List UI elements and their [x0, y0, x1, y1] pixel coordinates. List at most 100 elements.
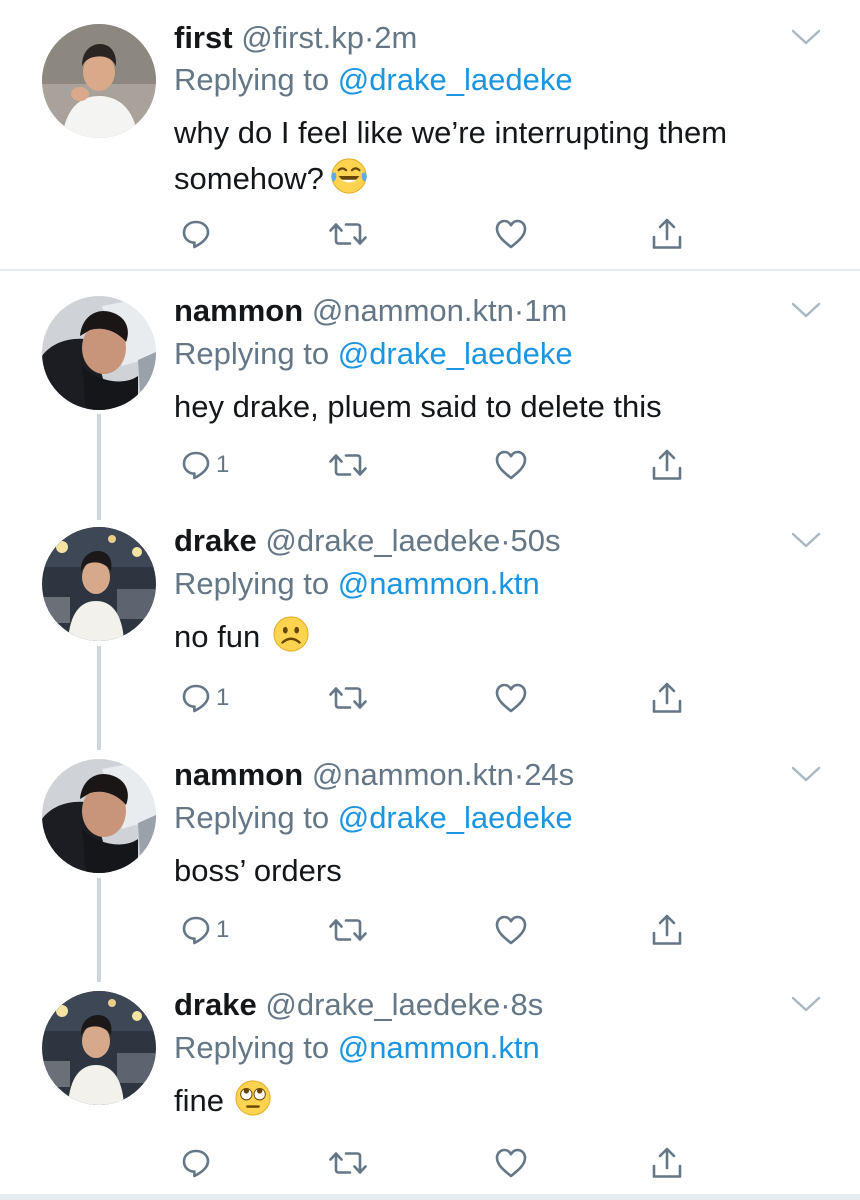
like-button[interactable]: [494, 678, 528, 718]
share-button[interactable]: [650, 445, 684, 485]
heart-icon: [494, 1147, 528, 1179]
retweet-button[interactable]: [328, 910, 368, 950]
like-button[interactable]: [494, 445, 528, 485]
retweet-icon: [328, 682, 368, 714]
retweet-button[interactable]: [328, 1143, 368, 1183]
tweet[interactable]: nammon @nammon.ktn·1m Replying to @drake…: [0, 271, 860, 503]
replying-to-link[interactable]: @nammon.ktn: [338, 566, 540, 601]
like-button[interactable]: [494, 1143, 528, 1183]
tweet-header: nammon @nammon.ktn·24s: [174, 757, 574, 793]
replying-to: Replying to @nammon.ktn: [174, 1030, 540, 1066]
separator-dot: ·: [500, 987, 511, 1022]
tweet-text-line: fine: [174, 1078, 814, 1124]
reply-button[interactable]: 1: [180, 678, 229, 718]
timestamp[interactable]: 2m: [374, 20, 417, 55]
tweet-header: drake @drake_laedeke·50s: [174, 523, 561, 559]
reply-button[interactable]: [180, 1143, 216, 1183]
timestamp[interactable]: 24s: [524, 757, 574, 792]
tweet-actions: 1: [174, 445, 714, 485]
user-handle[interactable]: @nammon.ktn: [312, 757, 514, 792]
chevron-down-icon[interactable]: [791, 28, 821, 46]
share-icon: [650, 681, 684, 715]
reply-count: 1: [216, 684, 230, 711]
share-icon: [650, 217, 684, 251]
timestamp[interactable]: 1m: [524, 293, 567, 328]
timestamp[interactable]: 8s: [511, 987, 544, 1022]
replying-to-label: Replying to: [174, 800, 338, 835]
reply-count: 1: [216, 451, 230, 478]
replying-to: Replying to @nammon.ktn: [174, 566, 540, 602]
reply-button[interactable]: 1: [180, 445, 229, 485]
reply-button[interactable]: 1: [180, 910, 229, 950]
replying-to-link[interactable]: @drake_laedeke: [338, 800, 573, 835]
face-with-rolling-eyes-icon: [234, 1079, 272, 1117]
retweet-icon: [328, 218, 368, 250]
tweet[interactable]: drake @drake_laedeke·8s Replying to @nam…: [0, 967, 860, 1194]
display-name[interactable]: first: [174, 20, 233, 55]
reply-button[interactable]: [180, 214, 216, 254]
retweet-icon: [328, 1147, 368, 1179]
reply-icon: [180, 449, 212, 481]
tweet[interactable]: nammon @nammon.ktn·24s Replying to @drak…: [0, 735, 860, 967]
replying-to-label: Replying to: [174, 1030, 338, 1065]
share-icon: [650, 913, 684, 947]
replying-to: Replying to @drake_laedeke: [174, 336, 573, 372]
tweet-actions: [174, 214, 714, 254]
user-handle[interactable]: @nammon.ktn: [312, 293, 514, 328]
tweet[interactable]: drake @drake_laedeke·50s Replying to @na…: [0, 503, 860, 735]
heart-icon: [494, 449, 528, 481]
tweet-header: drake @drake_laedeke·8s: [174, 987, 543, 1023]
retweet-icon: [328, 914, 368, 946]
share-button[interactable]: [650, 678, 684, 718]
avatar[interactable]: [42, 527, 156, 641]
avatar[interactable]: [42, 991, 156, 1105]
share-button[interactable]: [650, 1143, 684, 1183]
display-name[interactable]: drake: [174, 523, 257, 558]
like-button[interactable]: [494, 214, 528, 254]
tweet-actions: 1: [174, 678, 714, 718]
chevron-down-icon[interactable]: [791, 995, 821, 1013]
avatar[interactable]: [42, 296, 156, 410]
display-name[interactable]: drake: [174, 987, 257, 1022]
tweet-header: nammon @nammon.ktn·1m: [174, 293, 567, 329]
replying-to-link[interactable]: @nammon.ktn: [338, 1030, 540, 1065]
like-button[interactable]: [494, 910, 528, 950]
tweet-text-line: hey drake, pluem said to delete this: [174, 389, 662, 424]
replying-to-link[interactable]: @drake_laedeke: [338, 336, 573, 371]
replying-to-label: Replying to: [174, 566, 338, 601]
avatar[interactable]: [42, 24, 156, 138]
tweet[interactable]: first @first.kp·2m Replying to @drake_la…: [0, 0, 860, 270]
retweet-button[interactable]: [328, 445, 368, 485]
chevron-down-icon[interactable]: [791, 531, 821, 549]
retweet-button[interactable]: [328, 678, 368, 718]
chevron-down-icon[interactable]: [791, 301, 821, 319]
share-button[interactable]: [650, 214, 684, 254]
tweet-text: fine: [174, 1078, 814, 1124]
share-icon: [650, 1146, 684, 1180]
tweet-text-line-content: somehow?: [174, 161, 324, 196]
replying-to: Replying to @drake_laedeke: [174, 800, 573, 836]
user-handle[interactable]: @first.kp: [241, 20, 364, 55]
display-name[interactable]: nammon: [174, 757, 303, 792]
heart-icon: [494, 218, 528, 250]
retweet-button[interactable]: [328, 214, 368, 254]
tweet-text: hey drake, pluem said to delete this: [174, 384, 814, 430]
replying-to-label: Replying to: [174, 336, 338, 371]
tweet-actions: [174, 1143, 714, 1183]
reply-count: 1: [216, 916, 230, 943]
retweet-icon: [328, 449, 368, 481]
timestamp[interactable]: 50s: [511, 523, 561, 558]
tweet-actions: 1: [174, 910, 714, 950]
user-handle[interactable]: @drake_laedeke: [265, 987, 500, 1022]
chevron-down-icon[interactable]: [791, 765, 821, 783]
separator-dot: ·: [363, 20, 375, 55]
heart-icon: [494, 914, 528, 946]
avatar[interactable]: [42, 759, 156, 873]
replying-to-link[interactable]: @drake_laedeke: [338, 62, 573, 97]
separator-dot: ·: [500, 523, 511, 558]
display-name[interactable]: nammon: [174, 293, 303, 328]
user-handle[interactable]: @drake_laedeke: [265, 523, 500, 558]
tweet-text-line-content: fine: [174, 1083, 224, 1118]
share-icon: [650, 448, 684, 482]
share-button[interactable]: [650, 910, 684, 950]
